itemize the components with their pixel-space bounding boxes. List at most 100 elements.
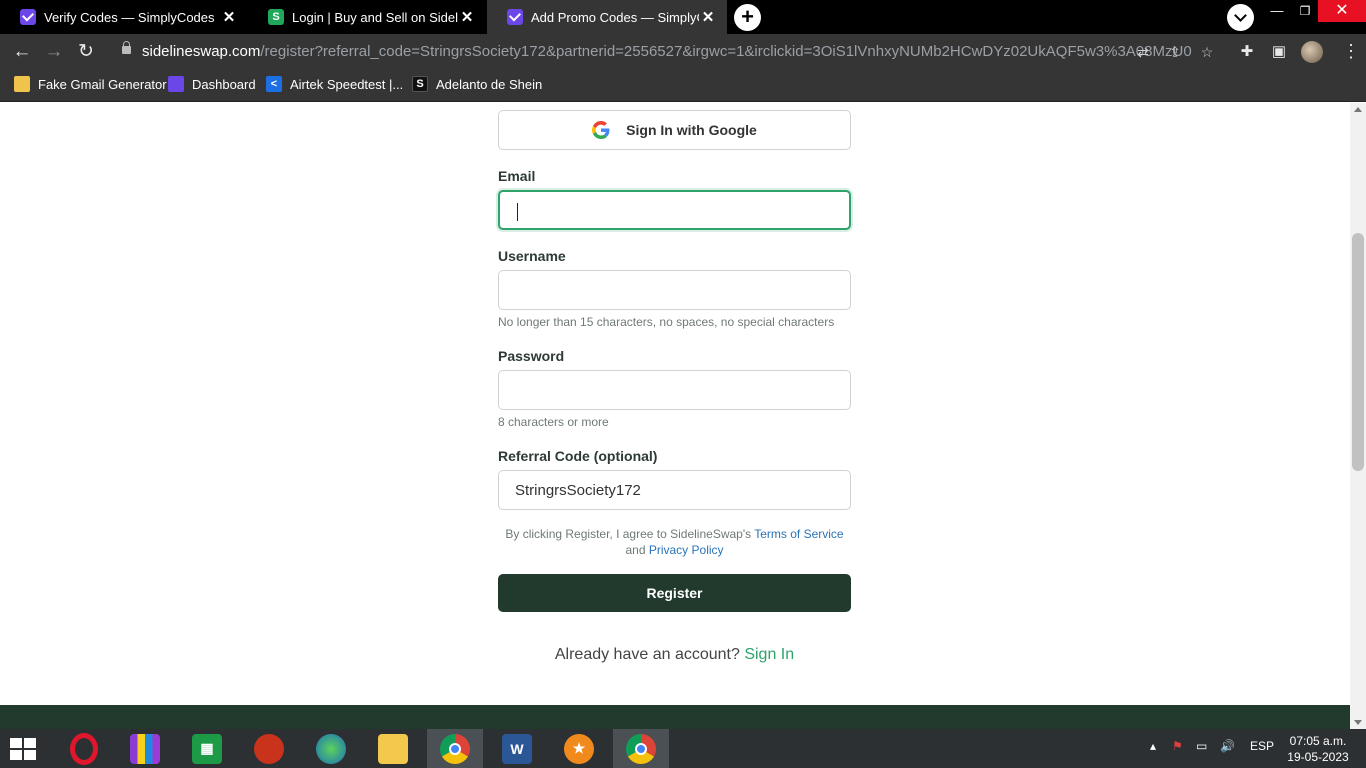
profile-avatar[interactable] — [1301, 41, 1323, 63]
taskbar-clock[interactable]: 07:05 a.m. 19-05-2023 — [1286, 733, 1350, 765]
url-host: sidelineswap.com — [142, 43, 261, 60]
url-text[interactable]: sidelineswap.com/register?referral_code=… — [142, 43, 1192, 60]
bookmark-dashboard[interactable]: Dashboard — [168, 76, 256, 92]
bookmark-label: Dashboard — [192, 76, 256, 92]
restore-button[interactable]: ❐ — [1292, 0, 1318, 22]
translate-icon[interactable]: ⇄ — [1133, 42, 1153, 62]
bookmark-label: Fake Gmail Generator — [38, 76, 167, 92]
clock-date: 19-05-2023 — [1287, 750, 1349, 764]
flag-alert-icon[interactable]: ⚑ — [1172, 739, 1183, 753]
bookmark-fake-gmail[interactable]: Fake Gmail Generator — [14, 76, 167, 92]
bookmark-label: Airtek Speedtest |... — [290, 76, 404, 92]
word-icon: W — [502, 733, 532, 764]
forward-button[interactable]: → — [42, 40, 66, 64]
password-hint: 8 characters or more — [498, 415, 609, 429]
username-hint: No longer than 15 characters, no spaces,… — [498, 315, 835, 329]
envelope-icon — [14, 76, 30, 92]
username-label: Username — [498, 248, 566, 264]
minimize-button[interactable]: — — [1264, 0, 1290, 22]
page-scrollbar[interactable] — [1350, 103, 1366, 729]
taskbar-app-green[interactable]: ▦ — [179, 729, 235, 768]
globe-icon — [316, 733, 346, 764]
register-button[interactable]: Register — [498, 574, 851, 612]
browser-toolbar: ← → ↻ sidelineswap.com/register?referral… — [0, 34, 1366, 70]
url-path: /register?referral_code=StringrsSociety1… — [260, 43, 1192, 60]
taskbar-globe-app[interactable] — [303, 729, 359, 768]
ccleaner-icon — [254, 733, 284, 764]
volume-icon[interactable]: 🔊 — [1220, 739, 1235, 753]
windows-taskbar: ▦ W ★ ▴ ⚑ ▭ 🔊 ESP 07:05 a.m. 19-05-2023 — [0, 729, 1366, 768]
terms-text: By clicking Register, I agree to Sidelin… — [498, 526, 851, 558]
taskbar-ccleaner[interactable] — [241, 729, 297, 768]
tab-search-button[interactable] — [1227, 4, 1254, 31]
back-button[interactable]: ← — [10, 40, 34, 64]
bookmark-shein[interactable]: S Adelanto de Shein — [412, 76, 542, 92]
taskbar-winrar[interactable] — [117, 729, 173, 768]
share-icon[interactable]: ⇪ — [1165, 42, 1185, 62]
google-icon — [592, 121, 610, 139]
referral-label: Referral Code (optional) — [498, 448, 658, 464]
close-tab-icon[interactable]: ✕ — [458, 8, 476, 26]
tab-add-promo-codes[interactable]: Add Promo Codes — SimplyCodes ✕ — [487, 0, 727, 34]
chrome-icon — [626, 733, 656, 764]
green-app-icon: ▦ — [192, 733, 222, 764]
opera-icon — [70, 732, 98, 765]
chrome-icon — [440, 733, 470, 764]
reload-button[interactable]: ↻ — [74, 40, 98, 64]
text-cursor — [517, 203, 518, 221]
bookmark-star-icon[interactable]: ☆ — [1197, 42, 1217, 62]
orange-ball-icon: ★ — [564, 733, 594, 764]
taskbar-word[interactable]: W — [489, 729, 545, 768]
simplycodes-icon — [507, 9, 523, 25]
privacy-policy-link[interactable]: Privacy Policy — [649, 543, 724, 557]
airtek-icon: < — [266, 76, 282, 92]
terms-prefix: By clicking Register, I agree to Sidelin… — [505, 527, 752, 541]
terms-and: and — [625, 543, 646, 557]
language-indicator[interactable]: ESP — [1250, 739, 1274, 753]
close-tab-icon[interactable]: ✕ — [699, 8, 717, 26]
winrar-icon — [130, 733, 160, 764]
google-sign-in-button[interactable]: Sign In with Google — [498, 110, 851, 150]
taskbar-chrome-2[interactable] — [613, 729, 669, 768]
shein-icon: S — [412, 76, 428, 92]
already-text: Already have an account? — [554, 646, 740, 663]
taskbar-chrome[interactable] — [427, 729, 483, 768]
tab-sidelineswap-login[interactable]: S Login | Buy and Sell on SidelineSwap ✕ — [248, 0, 486, 34]
terms-of-service-link[interactable]: Terms of Service — [754, 527, 843, 541]
tab-verify-codes[interactable]: Verify Codes — SimplyCodes ✕ — [0, 0, 248, 34]
bookmark-airtek[interactable]: < Airtek Speedtest |... — [266, 76, 403, 92]
window-close-button[interactable]: ✕ — [1318, 0, 1366, 22]
scrollbar-thumb[interactable] — [1352, 233, 1364, 471]
taskbar-file-explorer[interactable] — [365, 729, 421, 768]
side-panel-icon[interactable]: ▣ — [1269, 42, 1289, 62]
taskbar-dragonball-app[interactable]: ★ — [551, 729, 607, 768]
page-footer — [0, 705, 1350, 729]
bookmarks-bar: Fake Gmail Generator Dashboard < Airtek … — [0, 70, 1366, 102]
lock-icon[interactable] — [122, 41, 131, 54]
page-content: Sign In with Google Email Username No lo… — [0, 103, 1350, 705]
username-field[interactable] — [498, 270, 851, 310]
referral-code-field[interactable] — [498, 470, 851, 510]
more-menu-icon[interactable]: ⋮ — [1342, 40, 1360, 64]
sign-in-link[interactable]: Sign In — [744, 646, 794, 663]
email-field[interactable] — [498, 190, 851, 230]
clock-time: 07:05 a.m. — [1289, 734, 1347, 748]
bookmark-label: Adelanto de Shein — [436, 76, 543, 92]
taskbar-opera[interactable] — [56, 729, 112, 768]
password-field[interactable] — [498, 370, 851, 410]
show-hidden-icons[interactable]: ▴ — [1150, 739, 1156, 753]
scroll-down-icon[interactable] — [1354, 720, 1362, 725]
tab-title: Verify Codes — SimplyCodes — [44, 9, 215, 25]
address-bar[interactable]: sidelineswap.com/register?referral_code=… — [110, 37, 1230, 67]
close-tab-icon[interactable]: ✕ — [220, 8, 238, 26]
windows-start-icon[interactable] — [10, 738, 38, 760]
password-label: Password — [498, 348, 565, 364]
new-tab-button[interactable]: + — [734, 4, 761, 31]
scroll-up-icon[interactable] — [1354, 107, 1362, 112]
network-icon[interactable]: ▭ — [1196, 739, 1207, 753]
simplycodes-icon — [20, 9, 36, 25]
extensions-puzzle-icon[interactable]: ✚ — [1237, 42, 1257, 62]
tab-title: Login | Buy and Sell on SidelineSwap — [292, 9, 458, 25]
tab-strip: Verify Codes — SimplyCodes ✕ S Login | B… — [0, 0, 1366, 34]
sidelineswap-icon: S — [268, 9, 284, 25]
